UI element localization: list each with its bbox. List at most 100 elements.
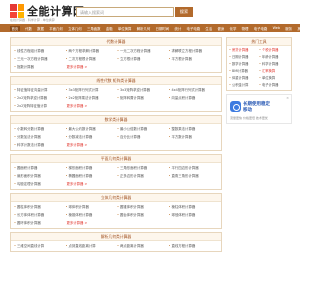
hot-tool-link[interactable]: 单位换算 — [259, 75, 289, 82]
calculator-link[interactable]: 长方体体积计算器 — [13, 211, 65, 219]
hot-tool-link[interactable]: 日期计算器 — [229, 54, 259, 61]
nav-item[interactable]: 电子电路 — [254, 26, 268, 31]
calculator-link[interactable]: 圆柱体积计算器 — [13, 203, 65, 211]
calculator-link[interactable]: 平方根计算器 — [168, 55, 220, 63]
calculator-link[interactable]: 圆面积计算器 — [13, 164, 65, 172]
calculator-link[interactable]: 2x2矩阵乘法计算器 — [65, 94, 117, 102]
nav-item[interactable]: 单位换算 — [118, 26, 132, 31]
calculator-section: 线性代数 矩阵类计算器特征值特征向量计算3x3矩阵行列式计算3x3矩阵求逆计算器… — [10, 76, 222, 112]
nav-item[interactable]: 立体几何 — [68, 26, 82, 31]
ad-description: 流量更快 价格更低 技术更优 — [230, 116, 268, 120]
more-link[interactable]: 更多计算器 > — [65, 63, 117, 71]
calculator-link[interactable]: 小数转分数计算器 — [13, 125, 65, 133]
calculator-link[interactable]: 指数计算器 — [13, 63, 65, 71]
calculator-link[interactable]: 正多边形计算器 — [116, 172, 168, 180]
nav-item[interactable]: 金融 — [106, 26, 113, 31]
calculator-link[interactable]: 直角三角形计算器 — [168, 172, 220, 180]
nav-item[interactable]: 日期时间 — [156, 26, 170, 31]
nav-item[interactable]: Web — [273, 26, 280, 30]
calculator-link[interactable]: 3x3矩阵行列式计算 — [65, 86, 117, 94]
hot-tool-link[interactable]: 数学计算器 — [229, 61, 259, 68]
hot-tool-link[interactable]: 电子计算器 — [259, 82, 289, 89]
section-title: 立体几何类计算器 — [11, 194, 221, 202]
nav-item[interactable]: 生活 — [205, 26, 212, 31]
calculator-link[interactable]: 三元一次方程计算器 — [13, 55, 65, 63]
hot-tool-link[interactable]: BMI计算器 — [229, 68, 259, 75]
nav-item[interactable]: 平面几何 — [49, 26, 63, 31]
calculator-section: 代数计算器线性方程组计算器两个方程求解计算器一元二次方程计算器求解联立方程计算器… — [10, 37, 222, 73]
close-icon[interactable]: × — [286, 96, 289, 100]
calculator-link[interactable]: 两个方程求解计算器 — [65, 47, 117, 55]
calculator-link[interactable]: 矩阵转置计算器 — [116, 94, 168, 102]
calculator-link[interactable]: 二次方程根计算器 — [65, 55, 117, 63]
calculator-link[interactable]: 棱锥体积计算器 — [65, 211, 117, 219]
nav-item[interactable]: 首页 — [10, 25, 20, 31]
calculator-link[interactable]: 百分比计算器 — [116, 133, 168, 141]
calculator-link[interactable]: 立方根计算器 — [116, 55, 168, 63]
hot-tool-link[interactable]: 科学计算器 — [259, 61, 289, 68]
logo-subtitle: 在线计算器 · 科学计算 · 单位换算 — [10, 18, 55, 22]
search-button[interactable]: 搜索 — [175, 7, 193, 17]
calculator-link[interactable]: 2x2矩阵特征值计算 — [13, 102, 65, 110]
calculator-link[interactable]: 平行四边形计算器 — [168, 164, 220, 172]
calculator-link[interactable]: 勾股定理计算器 — [13, 180, 65, 188]
nav-item[interactable]: 统计 — [174, 26, 181, 31]
more-link[interactable]: 更多计算器 > — [65, 180, 117, 188]
calculator-link[interactable]: 向量点积计算器 — [168, 94, 220, 102]
nav-item[interactable]: 数据 — [37, 26, 44, 31]
nav-item[interactable]: 三角函数 — [87, 26, 101, 31]
more-link[interactable]: 更多计算器 > — [65, 141, 117, 149]
calculator-link[interactable]: 分数减法计算器 — [65, 133, 117, 141]
calculator-link[interactable]: 球体积计算器 — [65, 203, 117, 211]
ad-banner[interactable]: 长期使用稳定 移动 流量更快 价格更低 技术更优 × — [226, 94, 292, 124]
calculator-link[interactable]: 求解联立方程计算器 — [168, 47, 220, 55]
calculator-link[interactable]: 一元二次方程计算器 — [116, 47, 168, 55]
more-link[interactable]: 更多计算器 > — [65, 219, 117, 227]
calculator-link[interactable]: 线性方程组计算器 — [13, 47, 65, 55]
nav-item[interactable]: 解析几何 — [137, 26, 151, 31]
calculator-link[interactable]: 三维空间直线计算 — [13, 242, 65, 250]
hot-tool-link[interactable]: 公积金计算 — [229, 82, 259, 89]
section-title: 数学类计算器 — [11, 116, 221, 124]
calculator-section: 立体几何类计算器圆柱体积计算器球体积计算器圆锥体积计算器棱柱体积计算器长方体体积… — [10, 193, 222, 229]
more-link[interactable]: 更多计算器 > — [65, 102, 117, 110]
calculator-link[interactable]: 圆环体积计算器 — [13, 219, 65, 227]
calculator-link[interactable]: 平方数计算器 — [168, 133, 220, 141]
hot-tool-link[interactable]: 体重计算器 — [229, 75, 259, 82]
calculator-link[interactable]: 3x3矩阵求逆计算器 — [116, 86, 168, 94]
calculator-link[interactable]: 直线方程计算器 — [168, 242, 220, 250]
hot-tool-link[interactable]: 年龄计算器 — [259, 54, 289, 61]
nav-item[interactable]: 化学 — [230, 26, 237, 31]
nav-item[interactable]: 其他 — [297, 26, 300, 31]
calculator-link[interactable]: 整数乘法计算器 — [168, 125, 220, 133]
nav-item[interactable]: 服务 — [285, 26, 292, 31]
calculator-link[interactable]: 最大公约数计算器 — [65, 125, 117, 133]
calculator-link[interactable]: 椭圆面积计算器 — [65, 172, 117, 180]
calculator-section: 解析几何类计算器三维空间直线计算点到直线距离计算两点距离计算器直线方程计算器 — [10, 232, 222, 252]
calculator-section: 平面几何类计算器圆面积计算器梯形面积计算器三角形面积计算器平行四边形计算器扇形面… — [10, 154, 222, 190]
calculator-link[interactable]: 圆锥体积计算器 — [116, 203, 168, 211]
calculator-link[interactable]: 圆台体积计算器 — [116, 211, 168, 219]
nav-item[interactable]: 物理 — [242, 26, 249, 31]
hot-tool-link[interactable]: 个税计算器 — [259, 47, 289, 54]
calculator-link[interactable]: 两点距离计算器 — [116, 242, 168, 250]
hot-tool-link[interactable]: 房贷计算器 — [229, 47, 259, 54]
calculator-link[interactable]: 扇形面积计算器 — [13, 172, 65, 180]
calculator-link[interactable]: 梯形面积计算器 — [65, 164, 117, 172]
calculator-link[interactable]: 三角形面积计算器 — [116, 164, 168, 172]
calculator-link[interactable]: 2x2矩阵求逆计算器 — [13, 94, 65, 102]
site-logo[interactable]: 全能计算网 — [10, 3, 85, 19]
calculator-link[interactable]: 科学计数法计算器 — [13, 141, 65, 149]
calculator-link[interactable]: 棱柱体积计算器 — [168, 203, 220, 211]
calculator-link[interactable]: 特征值特征向量计算 — [13, 86, 65, 94]
hot-tool-link[interactable]: 汇率换算 — [259, 68, 289, 75]
nav-item[interactable]: 健身 — [217, 26, 224, 31]
calculator-link[interactable]: 点到直线距离计算 — [65, 242, 117, 250]
calculator-link[interactable]: 最小公倍数计算器 — [116, 125, 168, 133]
calculator-link[interactable]: 分数加法计算器 — [13, 133, 65, 141]
nav-item[interactable]: 代数 — [25, 26, 32, 31]
calculator-link[interactable]: 球冠体积计算器 — [168, 211, 220, 219]
calculator-link[interactable]: 4x4矩阵行列式计算器 — [168, 86, 220, 94]
nav-item[interactable]: 电子电路 — [187, 26, 201, 31]
search-input[interactable]: 请输入搜索词 — [76, 7, 174, 17]
